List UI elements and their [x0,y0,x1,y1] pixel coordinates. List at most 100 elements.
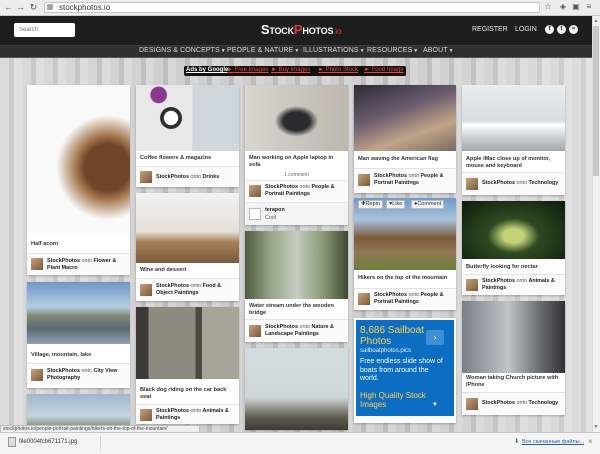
pin-title[interactable]: Man working on Apple laptop in sofa [249,155,345,169]
pin-footer: StockPhotos onto Drinks [136,166,239,187]
ad-arrow-button[interactable]: › [426,330,444,345]
avatar[interactable] [140,409,152,421]
scrollbar-thumb[interactable] [593,26,599,176]
extension-icon[interactable]: ◈ [558,2,568,12]
site-logo[interactable]: STOCKPHOTOS.io [246,22,356,38]
avatar[interactable] [358,174,370,186]
pin-title[interactable]: Half acorn [31,241,127,248]
pin-card[interactable]: Coffee flowers & magazine StockPhotos on… [136,85,239,187]
avatar[interactable] [249,185,261,197]
search-input[interactable] [14,23,75,37]
comment-button[interactable]: ●Comment [411,200,445,209]
back-arrow-icon[interactable]: ← [3,2,14,13]
pin-attribution: StockPhotos onto Drinks [156,174,220,180]
facebook-icon[interactable]: f [545,25,554,34]
pin-card[interactable]: Apple iMac close up of monitor, mouse an… [462,85,565,195]
pin-title[interactable]: Water stream under the wooden bridge [249,303,345,317]
avatar[interactable] [140,171,152,183]
pin-title[interactable]: Woman taking Church picture with iPhone [466,375,562,389]
pin-card[interactable]: Wine and dessert StockPhotos onto Food &… [136,193,239,301]
nav-item-resources[interactable]: RESOURCES▼ [367,47,418,54]
scroll-up-icon[interactable]: ▲ [593,17,599,25]
ad-link-free-images[interactable]: ► Free Images [227,67,268,73]
pin-image[interactable] [136,307,239,379]
ad-cta[interactable]: High Quality Stock Images [360,391,440,409]
extension-icon-2[interactable]: ▣ [571,2,581,12]
pin-footer: StockPhotos onto Food & Object Paintings [136,278,239,301]
avatar[interactable] [31,258,43,270]
pin-attribution: StockPhotos onto People & Portrait Paint… [374,292,444,305]
ads-label[interactable]: Ads by Google [186,67,228,73]
nav-item-designs[interactable]: DESIGNS & CONCEPTS▼ [139,47,226,54]
pin-title[interactable]: Hikers on the top of the mountain [358,275,453,282]
avatar[interactable] [358,293,370,305]
show-all-downloads-link[interactable]: Все скачанные файлы... [522,439,584,445]
forward-arrow-icon[interactable]: → [15,2,26,13]
address-bar[interactable]: stockphotos.io [44,2,540,13]
nav-item-people[interactable]: PEOPLE & NATURE▼ [227,47,299,54]
pin-card[interactable]: Hikers on the top of the mountain StockP… [354,198,456,310]
rss-icon[interactable]: ≈ [569,25,578,34]
ad-link-food-image[interactable]: ► Food Image [364,67,404,73]
pin-image[interactable] [245,85,348,151]
pin-title[interactable]: Man waving the American flag [358,156,453,163]
pin-image[interactable] [245,231,348,299]
pin-title[interactable]: Village, mountain, lake [31,352,127,359]
like-button[interactable]: ♥Like [386,200,406,209]
chevron-down-icon: ▼ [413,48,419,54]
pin-card[interactable] [245,348,348,430]
pin-footer: StockPhotos onto Nature & Landscape Pain… [245,319,348,342]
comment-count[interactable]: 1 comment [245,172,348,178]
pin-card[interactable]: Water stream under the wooden bridge Sto… [245,231,348,342]
ad-title[interactable]: 8,686 Sailboat Photos [360,325,430,347]
pin-title[interactable]: Apple iMac close up of monitor, mouse an… [466,156,562,170]
pin-card[interactable]: Village, mountain, lake StockPhotos onto… [27,282,130,388]
pin-image[interactable] [354,85,456,151]
pin-image[interactable] [245,348,348,430]
pin-card[interactable]: Butterfly looking for nectar StockPhotos… [462,201,565,295]
menu-icon[interactable]: ≡ [584,2,594,12]
scroll-down-icon[interactable]: ▼ [593,423,599,431]
avatar[interactable] [249,208,261,220]
avatar[interactable] [466,178,478,190]
pin-card[interactable]: Half acorn StockPhotos onto Flower & Pla… [27,85,130,275]
ad-link-photo-stock[interactable]: ► Photo Stock [318,67,358,73]
download-item[interactable]: file0004fcb671171.jpg [19,439,77,445]
pin-image[interactable] [27,282,130,344]
page-icon [47,4,53,10]
pin-title[interactable]: Butterfly looking for nectar [466,264,562,271]
login-link[interactable]: LOGIN [515,26,537,33]
pin-image[interactable] [136,85,239,151]
chevron-down-icon[interactable]: ▼ [432,402,438,408]
avatar[interactable] [466,398,478,410]
pin-card[interactable]: Woman taking Church picture with iPhone … [462,301,565,415]
reload-icon[interactable]: ↻ [28,2,39,13]
pin-card[interactable]: Man waving the American flag StockPhotos… [354,85,456,193]
nav-item-about[interactable]: ABOUT▼ [423,47,454,54]
pin-attribution: StockPhotos onto City View Photography [47,368,118,381]
pin-title[interactable]: Coffee flowers & magazine [140,155,236,162]
pin-attribution: StockPhotos onto Flower & Plant Macro [47,258,117,271]
pin-image[interactable] [136,193,239,263]
ad-link-buy-images[interactable]: ► Buy Images [271,67,310,73]
repin-button[interactable]: ✚Repin [358,200,383,209]
pin-image[interactable] [462,85,565,151]
pin-card[interactable]: Man working on Apple laptop in sofa 1 co… [245,85,348,225]
pin-image[interactable] [27,85,130,235]
pin-footer: StockPhotos onto Technology [462,392,565,415]
ad-url[interactable]: sailboatphotos.pics [360,348,411,354]
close-icon[interactable]: × [588,437,593,446]
pin-card[interactable]: Black dog riding on the car back seat St… [136,307,239,424]
pin-image[interactable] [462,201,565,259]
register-link[interactable]: REGISTER [472,26,508,33]
avatar[interactable] [140,284,152,296]
star-icon[interactable]: ☆ [543,2,553,12]
pin-title[interactable]: Wine and dessert [140,267,236,274]
pin-title[interactable]: Black dog riding on the car back seat [140,387,236,401]
nav-item-illustrations[interactable]: ILLUSTRATIONS▼ [303,47,365,54]
pin-image[interactable] [462,301,565,373]
twitter-icon[interactable]: t [557,25,566,34]
avatar[interactable] [466,279,478,291]
avatar[interactable] [249,325,261,337]
avatar[interactable] [31,369,43,381]
